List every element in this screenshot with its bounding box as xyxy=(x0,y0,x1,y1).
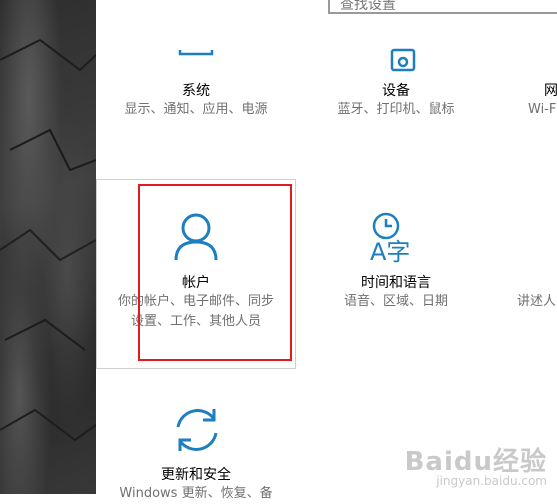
search-placeholder: 查找设置 xyxy=(340,0,396,13)
tile-system-desc: 显示、通知、应用、电源 xyxy=(124,102,268,117)
time-language-glyph: A字 xyxy=(370,238,410,264)
devices-icon xyxy=(390,48,416,72)
tile-system-title: 系统 xyxy=(182,83,210,99)
tile-update-desc: Windows 更新、恢复、备 xyxy=(119,486,273,501)
tile-ease-desc: 讲述人 xyxy=(517,294,557,309)
system-icon xyxy=(178,50,214,56)
watermark-logo: Baidu经验 xyxy=(404,447,547,477)
tile-network-title: 网 xyxy=(544,83,557,99)
tile-devices-title: 设备 xyxy=(382,83,410,99)
tile-update-title: 更新和安全 xyxy=(161,467,231,483)
tile-time-language-desc: 语音、区域、日期 xyxy=(343,294,448,309)
search-input[interactable]: 查找设置 xyxy=(328,0,557,14)
tile-time-language-title: 时间和语言 xyxy=(361,275,431,291)
baidu-watermark: Baidu经验 jingyan.baidu.com xyxy=(405,441,547,488)
time-language-icon: A字 xyxy=(370,212,410,264)
tile-network-desc: Wi-F xyxy=(528,102,557,117)
desktop-wallpaper xyxy=(0,0,96,494)
tile-devices-desc: 蓝牙、打印机、鼠标 xyxy=(337,102,455,117)
red-annotation-box xyxy=(138,184,292,361)
update-sync-icon xyxy=(176,409,218,451)
